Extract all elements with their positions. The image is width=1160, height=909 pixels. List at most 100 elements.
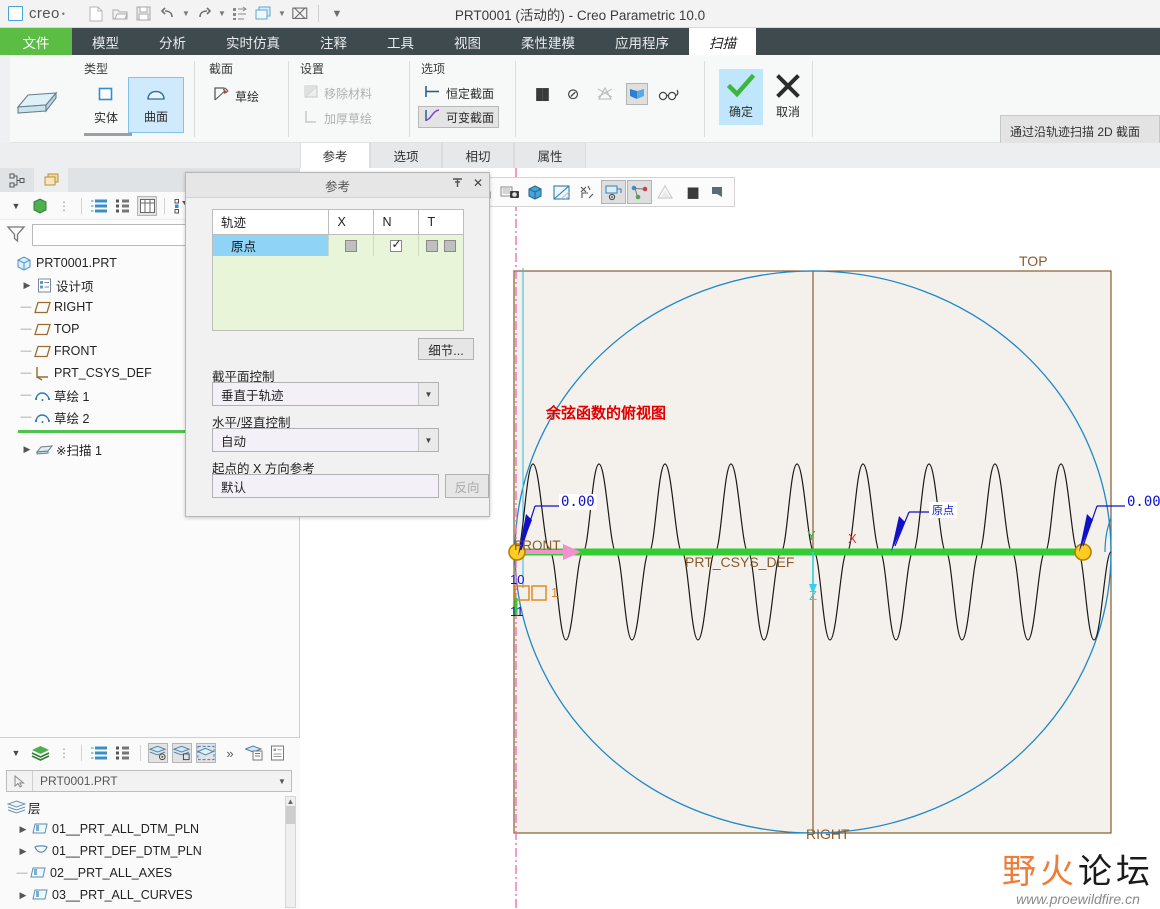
thicken-sketch-command[interactable]: 加厚草绘 [300, 108, 375, 128]
ribbon-tab-tools[interactable]: 工具 [367, 28, 434, 55]
ribbon-tab-applications[interactable]: 应用程序 [595, 28, 689, 55]
layer-tree-scrollbar[interactable]: ▲ [285, 796, 296, 908]
close-icon[interactable]: ⌧ [289, 3, 311, 25]
customize-quick-access-icon[interactable]: ▼ [326, 3, 348, 25]
constant-section-command[interactable]: 恒定截面 [420, 83, 497, 103]
dashboard-tab-references[interactable]: 参考 [300, 143, 370, 168]
pause-icon[interactable]: ▮▮ [530, 83, 552, 105]
dashboard-tab-options[interactable]: 选项 [370, 143, 442, 168]
perspective-icon[interactable] [549, 180, 574, 204]
view-capture-icon[interactable] [497, 180, 522, 204]
undo-dropdown-caret[interactable]: ▼ [181, 9, 191, 18]
type-solid-button[interactable]: 实体 [78, 77, 134, 133]
tree-menu-caret-icon[interactable]: ▼ [6, 196, 26, 216]
model-cube-icon[interactable] [30, 196, 50, 216]
tree-list-icon[interactable] [89, 196, 109, 216]
ribbon-tab-view[interactable]: 视图 [434, 28, 501, 55]
layer-item-2[interactable]: — 02__PRT_ALL_AXES [0, 862, 286, 884]
expand-arrow-icon[interactable]: ▶ [16, 824, 30, 835]
new-document-icon[interactable] [85, 3, 107, 25]
pin-icon[interactable] [451, 176, 464, 192]
detail-button[interactable]: 细节... [418, 338, 474, 360]
row-t-checkbox-cell[interactable] [418, 234, 463, 256]
resume-icon[interactable] [705, 180, 730, 204]
tree-columns-icon[interactable] [137, 195, 157, 216]
chevron-down-icon[interactable]: ▼ [273, 777, 291, 786]
expand-arrow-icon[interactable]: ▶ [16, 846, 30, 857]
regenerate-icon[interactable] [229, 3, 251, 25]
x-checkbox[interactable] [344, 239, 357, 252]
spin-center-icon[interactable] [627, 180, 652, 204]
tree-grid-icon[interactable] [113, 196, 133, 216]
layer-select-icon[interactable] [196, 743, 216, 763]
start-x-direction-field[interactable]: 默认 [212, 474, 439, 498]
layer-list-icon[interactable] [89, 743, 109, 763]
remove-material-command[interactable]: 移除材料 [300, 83, 375, 103]
t2-checkbox[interactable] [443, 239, 456, 252]
n-checkbox[interactable] [389, 237, 403, 252]
section-plane-control-select[interactable]: 垂直于轨迹 ▼ [212, 382, 439, 406]
save-document-icon[interactable] [133, 3, 155, 25]
ribbon-tab-flexible-modeling[interactable]: 柔性建模 [501, 28, 595, 55]
layer-grid-icon[interactable] [113, 743, 133, 763]
references-table[interactable]: 轨迹 X N T 原点 [212, 209, 464, 331]
expand-arrow-icon[interactable]: ▶ [20, 444, 34, 455]
chevron-down-icon[interactable]: ▼ [418, 383, 438, 405]
scroll-up-icon[interactable]: ▲ [286, 797, 295, 806]
redo-dropdown-caret[interactable]: ▼ [217, 9, 227, 18]
t1-checkbox[interactable] [425, 239, 438, 252]
row-n-checkbox-cell[interactable] [373, 234, 419, 256]
ribbon-tab-file[interactable]: 文件 [0, 28, 72, 55]
undo-icon[interactable] [157, 3, 179, 25]
ribbon-tab-live-simulation[interactable]: 实时仿真 [206, 28, 300, 55]
model-tree-tab[interactable] [0, 168, 34, 192]
dashboard-tab-properties[interactable]: 属性 [514, 143, 586, 168]
tree-overflow-icon[interactable]: ⋮ [54, 196, 74, 216]
table-row[interactable]: 原点 [213, 234, 463, 256]
row-x-checkbox-cell[interactable] [328, 234, 374, 256]
layer-tree-tab[interactable] [34, 168, 68, 192]
ribbon-tab-analysis[interactable]: 分析 [139, 28, 206, 55]
expand-arrow-icon[interactable]: ▶ [16, 890, 30, 901]
close-icon[interactable]: ✕ [473, 176, 483, 192]
appearance-gallery-icon[interactable] [653, 180, 678, 204]
scrollbar-thumb[interactable] [286, 806, 295, 824]
dashboard-tab-tangency[interactable]: 相切 [442, 143, 514, 168]
references-dialog[interactable]: 参考 ✕ 轨迹 X N T 原点 ✓ 细节... 截平面控制 垂直于轨迹 ▼ 水… [185, 172, 490, 517]
datum-display-filters-icon[interactable] [575, 180, 600, 204]
dimension-left[interactable]: 0.00 [559, 494, 597, 510]
layer-item-0[interactable]: ▶ 01__PRT_ALL_DTM_PLN [0, 818, 286, 840]
layer-menu-caret-icon[interactable]: ▼ [6, 743, 26, 763]
annotation-display-icon[interactable] [601, 180, 626, 204]
horiz-vert-control-select[interactable]: 自动 ▼ [212, 428, 439, 452]
dimension-right[interactable]: 0.00 [1125, 494, 1160, 510]
no-preview-icon[interactable]: ⊘ [562, 83, 584, 105]
layer-show-icon[interactable] [148, 743, 168, 763]
redo-icon[interactable] [193, 3, 215, 25]
window-switch-icon[interactable] [253, 3, 275, 25]
layer-overflow-icon[interactable]: ⋮ [54, 743, 74, 763]
layer-isolate-icon[interactable] [172, 743, 192, 763]
wireframe-preview-icon[interactable] [594, 83, 616, 105]
shaded-preview-icon[interactable] [626, 83, 648, 105]
variable-section-command[interactable]: 可变截面 [418, 106, 500, 128]
confirm-button[interactable]: 确定 [719, 69, 763, 125]
ribbon-tab-annotate[interactable]: 注释 [300, 28, 367, 55]
insert-here-bar[interactable] [18, 430, 186, 433]
layer-props-icon[interactable] [244, 743, 264, 763]
layer-info-icon[interactable] [268, 743, 288, 763]
layer-item-3[interactable]: ▶ 03__PRT_ALL_CURVES [0, 884, 286, 906]
chevron-down-icon[interactable]: ▼ [418, 429, 438, 451]
cancel-button[interactable]: 取消 [766, 69, 810, 125]
ribbon-tab-model[interactable]: 模型 [72, 28, 139, 55]
pause-icon[interactable]: ▮▮ [679, 180, 704, 204]
layer-root-item[interactable]: 层 [0, 796, 286, 818]
window-dropdown-caret[interactable]: ▼ [277, 9, 287, 18]
ribbon-tab-sweep[interactable]: 扫描 [689, 28, 756, 55]
expand-arrow-icon[interactable]: ▶ [20, 280, 34, 291]
flip-button[interactable]: 反向 [445, 474, 489, 498]
type-surface-button[interactable]: 曲面 [128, 77, 184, 133]
open-document-icon[interactable] [109, 3, 131, 25]
layer-model-selector[interactable]: PRT0001.PRT ▼ [6, 770, 292, 792]
glasses-preview-icon[interactable] [658, 83, 680, 105]
